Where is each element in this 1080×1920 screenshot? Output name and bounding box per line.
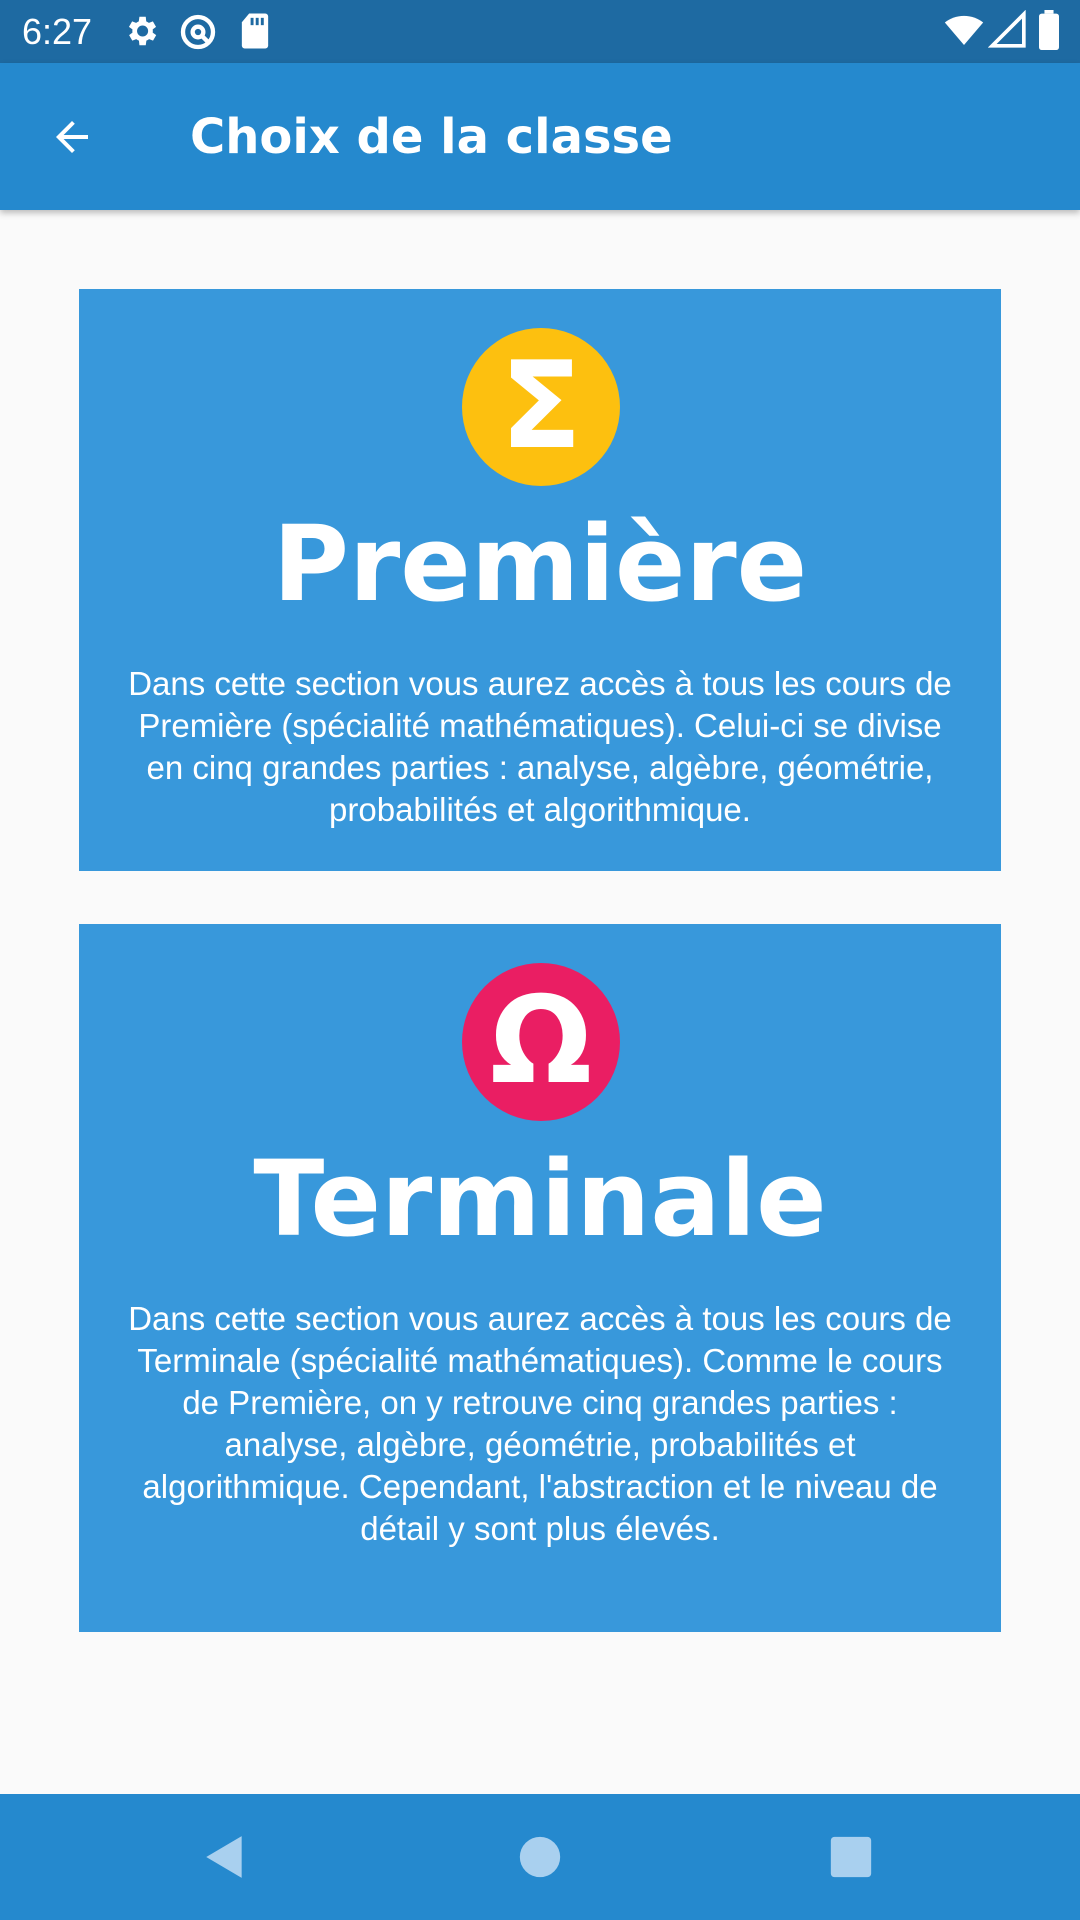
nav-back-button[interactable]	[192, 1824, 258, 1890]
signal-icon	[987, 9, 1028, 55]
home-circle-icon	[519, 1836, 561, 1878]
status-bar: 6:27	[0, 0, 1080, 63]
app-bar: Choix de la classe	[0, 63, 1080, 210]
sd-card-icon	[240, 12, 270, 55]
recents-square-icon	[830, 1836, 872, 1878]
sigma-icon: Σ	[462, 328, 620, 486]
at-sign-icon	[178, 12, 218, 57]
card-title: Première	[272, 503, 808, 625]
back-triangle-icon	[206, 1836, 242, 1878]
nav-recents-button[interactable]	[818, 1824, 884, 1890]
card-description: Dans cette section vous aurez accès à to…	[128, 665, 952, 828]
navigation-bar	[0, 1794, 1080, 1920]
wifi-icon	[944, 10, 984, 55]
class-card-terminale[interactable]: Ω Terminale Dans cette section vous aure…	[79, 924, 1001, 1632]
settings-icon	[122, 12, 160, 55]
nav-home-button[interactable]	[507, 1824, 573, 1890]
battery-icon	[1038, 10, 1060, 55]
page-title: Choix de la classe	[190, 109, 673, 165]
class-card-premiere[interactable]: Σ Première Dans cette section vous aurez…	[79, 289, 1001, 871]
omega-icon: Ω	[462, 963, 620, 1121]
status-time: 6:27	[22, 11, 93, 52]
card-description: Dans cette section vous aurez accès à to…	[128, 1300, 952, 1547]
arrow-left-icon	[56, 121, 88, 153]
back-button[interactable]	[40, 105, 104, 169]
card-title: Terminale	[253, 1138, 827, 1260]
